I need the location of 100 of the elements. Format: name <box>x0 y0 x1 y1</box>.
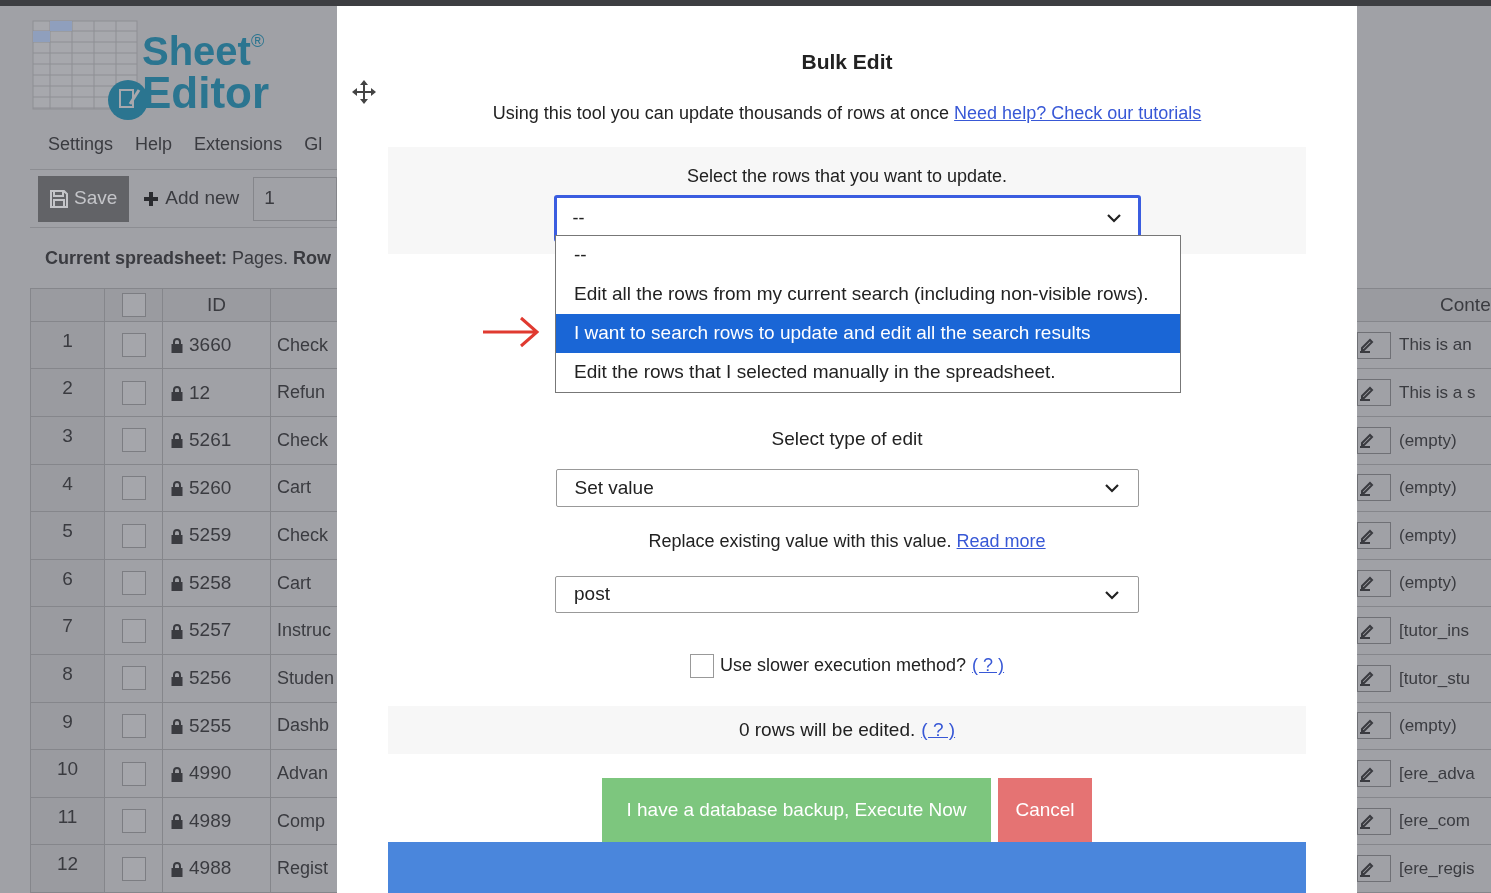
checkbox[interactable] <box>121 856 146 881</box>
checkbox[interactable] <box>121 666 146 691</box>
help-link[interactable]: Need help? Check our tutorials <box>954 99 1202 127</box>
edit-button[interactable] <box>1357 569 1391 597</box>
id-cell-text: 5258 <box>189 570 232 595</box>
column-header: ID <box>207 292 226 317</box>
title-cell-text: Advan <box>277 762 329 785</box>
save-button[interactable]: Save <box>38 175 130 222</box>
edit-button[interactable] <box>1357 522 1391 550</box>
edit-icon <box>1359 860 1375 877</box>
row-number: 4 <box>62 471 73 496</box>
hint-text: Replace existing value with this value. <box>648 529 952 553</box>
logo-text: Sheet <box>142 30 251 72</box>
checkbox[interactable] <box>121 571 146 596</box>
description-text: Using this tool you can update thousands of rows at once <box>492 101 950 125</box>
edit-icon <box>1359 337 1375 354</box>
content-cell-text: (empty) <box>1399 715 1457 738</box>
lock-icon <box>170 384 184 401</box>
row-number: 6 <box>62 566 73 591</box>
menu-item[interactable]: Gl <box>304 131 323 159</box>
field-label: Select type of edit <box>771 426 923 451</box>
edit-button[interactable] <box>1357 617 1391 645</box>
row-number: 2 <box>62 376 73 401</box>
value-select[interactable]: post <box>555 575 1139 614</box>
title-cell-text: Comp <box>277 809 325 833</box>
edit-button[interactable] <box>1357 664 1391 692</box>
checkbox[interactable] <box>121 523 146 548</box>
lock-icon <box>170 670 184 687</box>
lock-icon <box>170 622 184 639</box>
content-cell-text: [ere_com <box>1399 810 1470 833</box>
edit-button[interactable] <box>1357 807 1391 835</box>
dialog-title: Bulk Edit <box>801 49 893 75</box>
id-cell-text: 4988 <box>189 856 232 881</box>
row-number: 5 <box>62 519 73 544</box>
title-cell-text: Check <box>277 333 329 357</box>
edit-button[interactable] <box>1357 760 1391 787</box>
edit-button[interactable] <box>1357 712 1391 740</box>
checkbox[interactable] <box>121 618 146 643</box>
help-link[interactable]: ( ? ) <box>921 715 956 745</box>
arrow-icon <box>481 314 541 349</box>
menu-item[interactable]: Extensions <box>194 131 283 159</box>
content-cell-text: [ere_adva <box>1399 762 1475 785</box>
chevron-down-icon <box>1103 482 1120 493</box>
dropdown-option[interactable]: Edit the rows that I selected manually in the spreadsheet. <box>556 352 1180 392</box>
content-cell-text: This is a s <box>1399 382 1476 404</box>
chevron-down-icon <box>1104 589 1120 600</box>
plus-icon <box>143 190 160 207</box>
lock-icon <box>170 765 184 782</box>
id-cell-text: 4989 <box>189 808 232 833</box>
edit-icon <box>1359 479 1375 496</box>
checkbox[interactable] <box>689 653 714 678</box>
content-cell-text: [tutor_ins <box>1399 620 1469 642</box>
checkbox[interactable] <box>121 761 146 786</box>
checkbox[interactable] <box>121 292 146 317</box>
edit-button[interactable] <box>1357 379 1391 407</box>
rows-count-text: 0 rows will be edited. <box>738 717 916 742</box>
read-more-link[interactable]: Read more <box>956 527 1046 555</box>
id-cell-text: 5255 <box>189 713 232 738</box>
edit-button[interactable] <box>1357 474 1391 502</box>
edit-icon <box>1359 813 1375 830</box>
row-number: 10 <box>56 757 79 782</box>
title-cell-text: Instruc <box>277 619 332 643</box>
content-cell-text: (empty) <box>1399 524 1457 547</box>
edit-icon <box>1359 622 1375 639</box>
edit-button[interactable] <box>1357 426 1391 454</box>
chevron-down-icon <box>1105 213 1122 223</box>
id-cell-text: 4990 <box>189 761 232 786</box>
add-new-button[interactable]: Add new <box>143 184 240 213</box>
help-link[interactable]: ( ? ) <box>972 652 1005 680</box>
checkbox[interactable] <box>121 380 146 405</box>
edit-type-select[interactable]: Set value <box>555 469 1139 507</box>
count-field[interactable]: 1 <box>253 176 337 221</box>
content-cell-text: (empty) <box>1399 477 1457 500</box>
cancel-button[interactable]: Cancel <box>998 778 1092 842</box>
content-cell-text: [ere_regis <box>1399 857 1475 880</box>
checkbox[interactable] <box>121 809 146 834</box>
registered-mark: ® <box>250 30 265 51</box>
row-number: 9 <box>62 709 73 734</box>
content-cell-text: This is an <box>1399 334 1472 357</box>
menu-item[interactable]: Settings <box>48 131 114 159</box>
checkbox-label: Use slower execution method? <box>719 654 967 678</box>
dropdown-option[interactable]: Edit all the rows from my current search (including non-visible rows). <box>556 274 1180 314</box>
checkbox[interactable] <box>121 428 146 453</box>
edit-button[interactable] <box>1357 855 1391 883</box>
checkbox[interactable] <box>121 475 146 500</box>
save-icon <box>50 189 68 208</box>
id-cell-text: 3660 <box>189 332 232 357</box>
menu-item[interactable]: Help <box>135 131 173 159</box>
checkbox[interactable] <box>121 333 146 358</box>
move-icon[interactable] <box>351 79 377 105</box>
checkbox[interactable] <box>121 713 146 738</box>
lock-icon <box>170 717 184 734</box>
dropdown-option[interactable]: I want to search rows to update and edit all the search results <box>556 313 1180 353</box>
edit-button[interactable] <box>1357 331 1391 359</box>
row-number: 3 <box>62 424 73 449</box>
field-label: Select the rows that you want to update. <box>686 164 1008 188</box>
title-cell-text: Studen <box>277 666 335 690</box>
edit-icon <box>1359 670 1375 687</box>
title-cell-text: Check <box>277 524 329 548</box>
content-cell-text: (empty) <box>1399 572 1457 595</box>
